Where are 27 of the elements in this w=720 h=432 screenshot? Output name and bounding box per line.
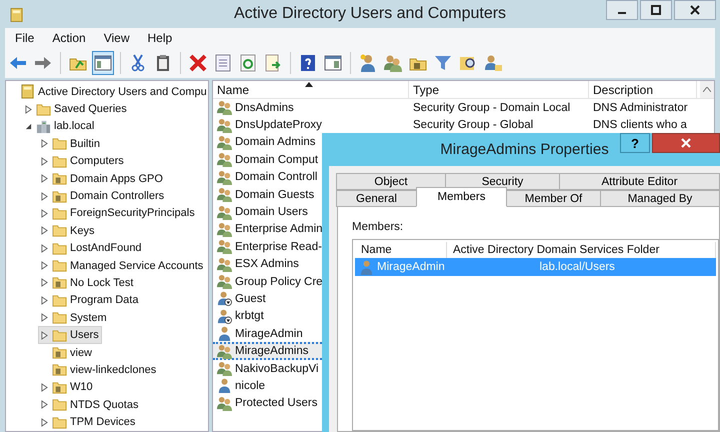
object-name: MirageAdmins — [235, 345, 308, 358]
object-name: Guest — [235, 292, 266, 305]
object-name: Protected Users — [235, 397, 318, 410]
member-folder: lab.local/Users — [540, 261, 615, 273]
member-name: MirageAdmin — [377, 261, 445, 273]
object-type: Security Group - Domain Local — [413, 102, 570, 114]
object-name: NakivoBackupVi — [235, 362, 319, 375]
object-name: Group Policy Cre — [235, 276, 323, 288]
object-name: Enterprise Read- — [235, 240, 322, 253]
object-name: Domain Users — [235, 206, 308, 218]
object-name: Domain Admins — [235, 136, 316, 148]
object-name: Enterprise Admin — [235, 223, 323, 236]
object-name: MirageAdmin — [235, 328, 303, 340]
members-label: Members: — [352, 221, 404, 233]
dialog-title: MirageAdmins Properties — [440, 141, 609, 158]
window-title: Active Directory Users and Computers — [234, 5, 506, 23]
object-name: Domain Controll — [235, 171, 318, 184]
object-name: DnsUpdateProxy — [235, 119, 322, 132]
object-name: krbtgt — [235, 310, 264, 322]
object-description: DNS clients who a — [593, 119, 687, 132]
object-name: nicole — [235, 380, 266, 392]
object-name: DnsAdmins — [235, 102, 294, 114]
object-name: ESX Admins — [235, 258, 299, 270]
object-type: Security Group - Global — [413, 119, 534, 132]
object-name: Domain Comput — [235, 154, 318, 166]
object-description: DNS Administrator — [593, 102, 688, 114]
object-name: Domain Guests — [235, 188, 314, 201]
